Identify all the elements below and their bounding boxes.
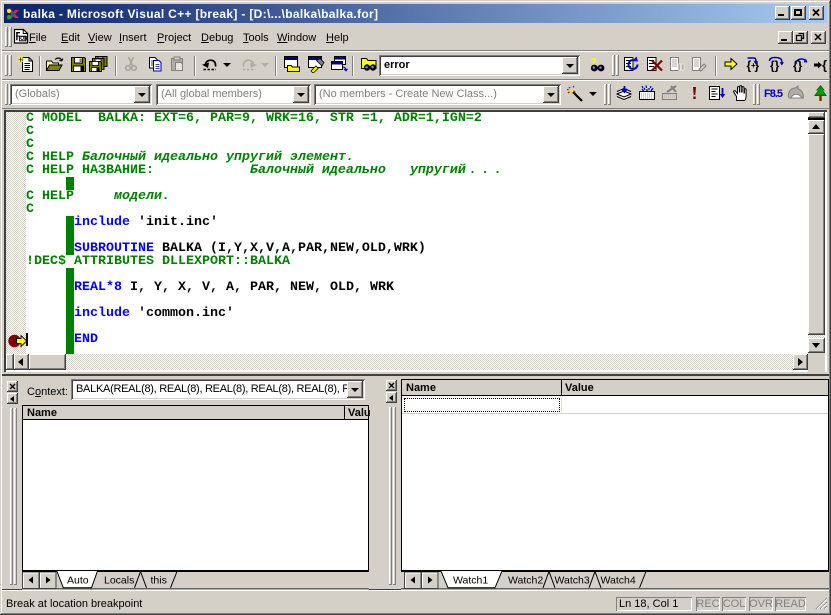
svg-text:Watch2: Watch2	[508, 575, 543, 587]
svg-text:F8.5: F8.5	[764, 88, 783, 100]
svg-text:Watch3: Watch3	[555, 575, 590, 587]
svg-text:OR: OR	[20, 36, 28, 42]
svg-text:Auto: Auto	[67, 575, 89, 587]
svg-text:Watch4: Watch4	[601, 575, 636, 587]
svg-text:Locals: Locals	[104, 575, 134, 587]
svg-text:{: {	[822, 58, 827, 73]
svg-text:this: this	[151, 575, 167, 587]
svg-text:Watch1: Watch1	[453, 575, 488, 587]
svg-text:{}: {}	[770, 59, 780, 73]
